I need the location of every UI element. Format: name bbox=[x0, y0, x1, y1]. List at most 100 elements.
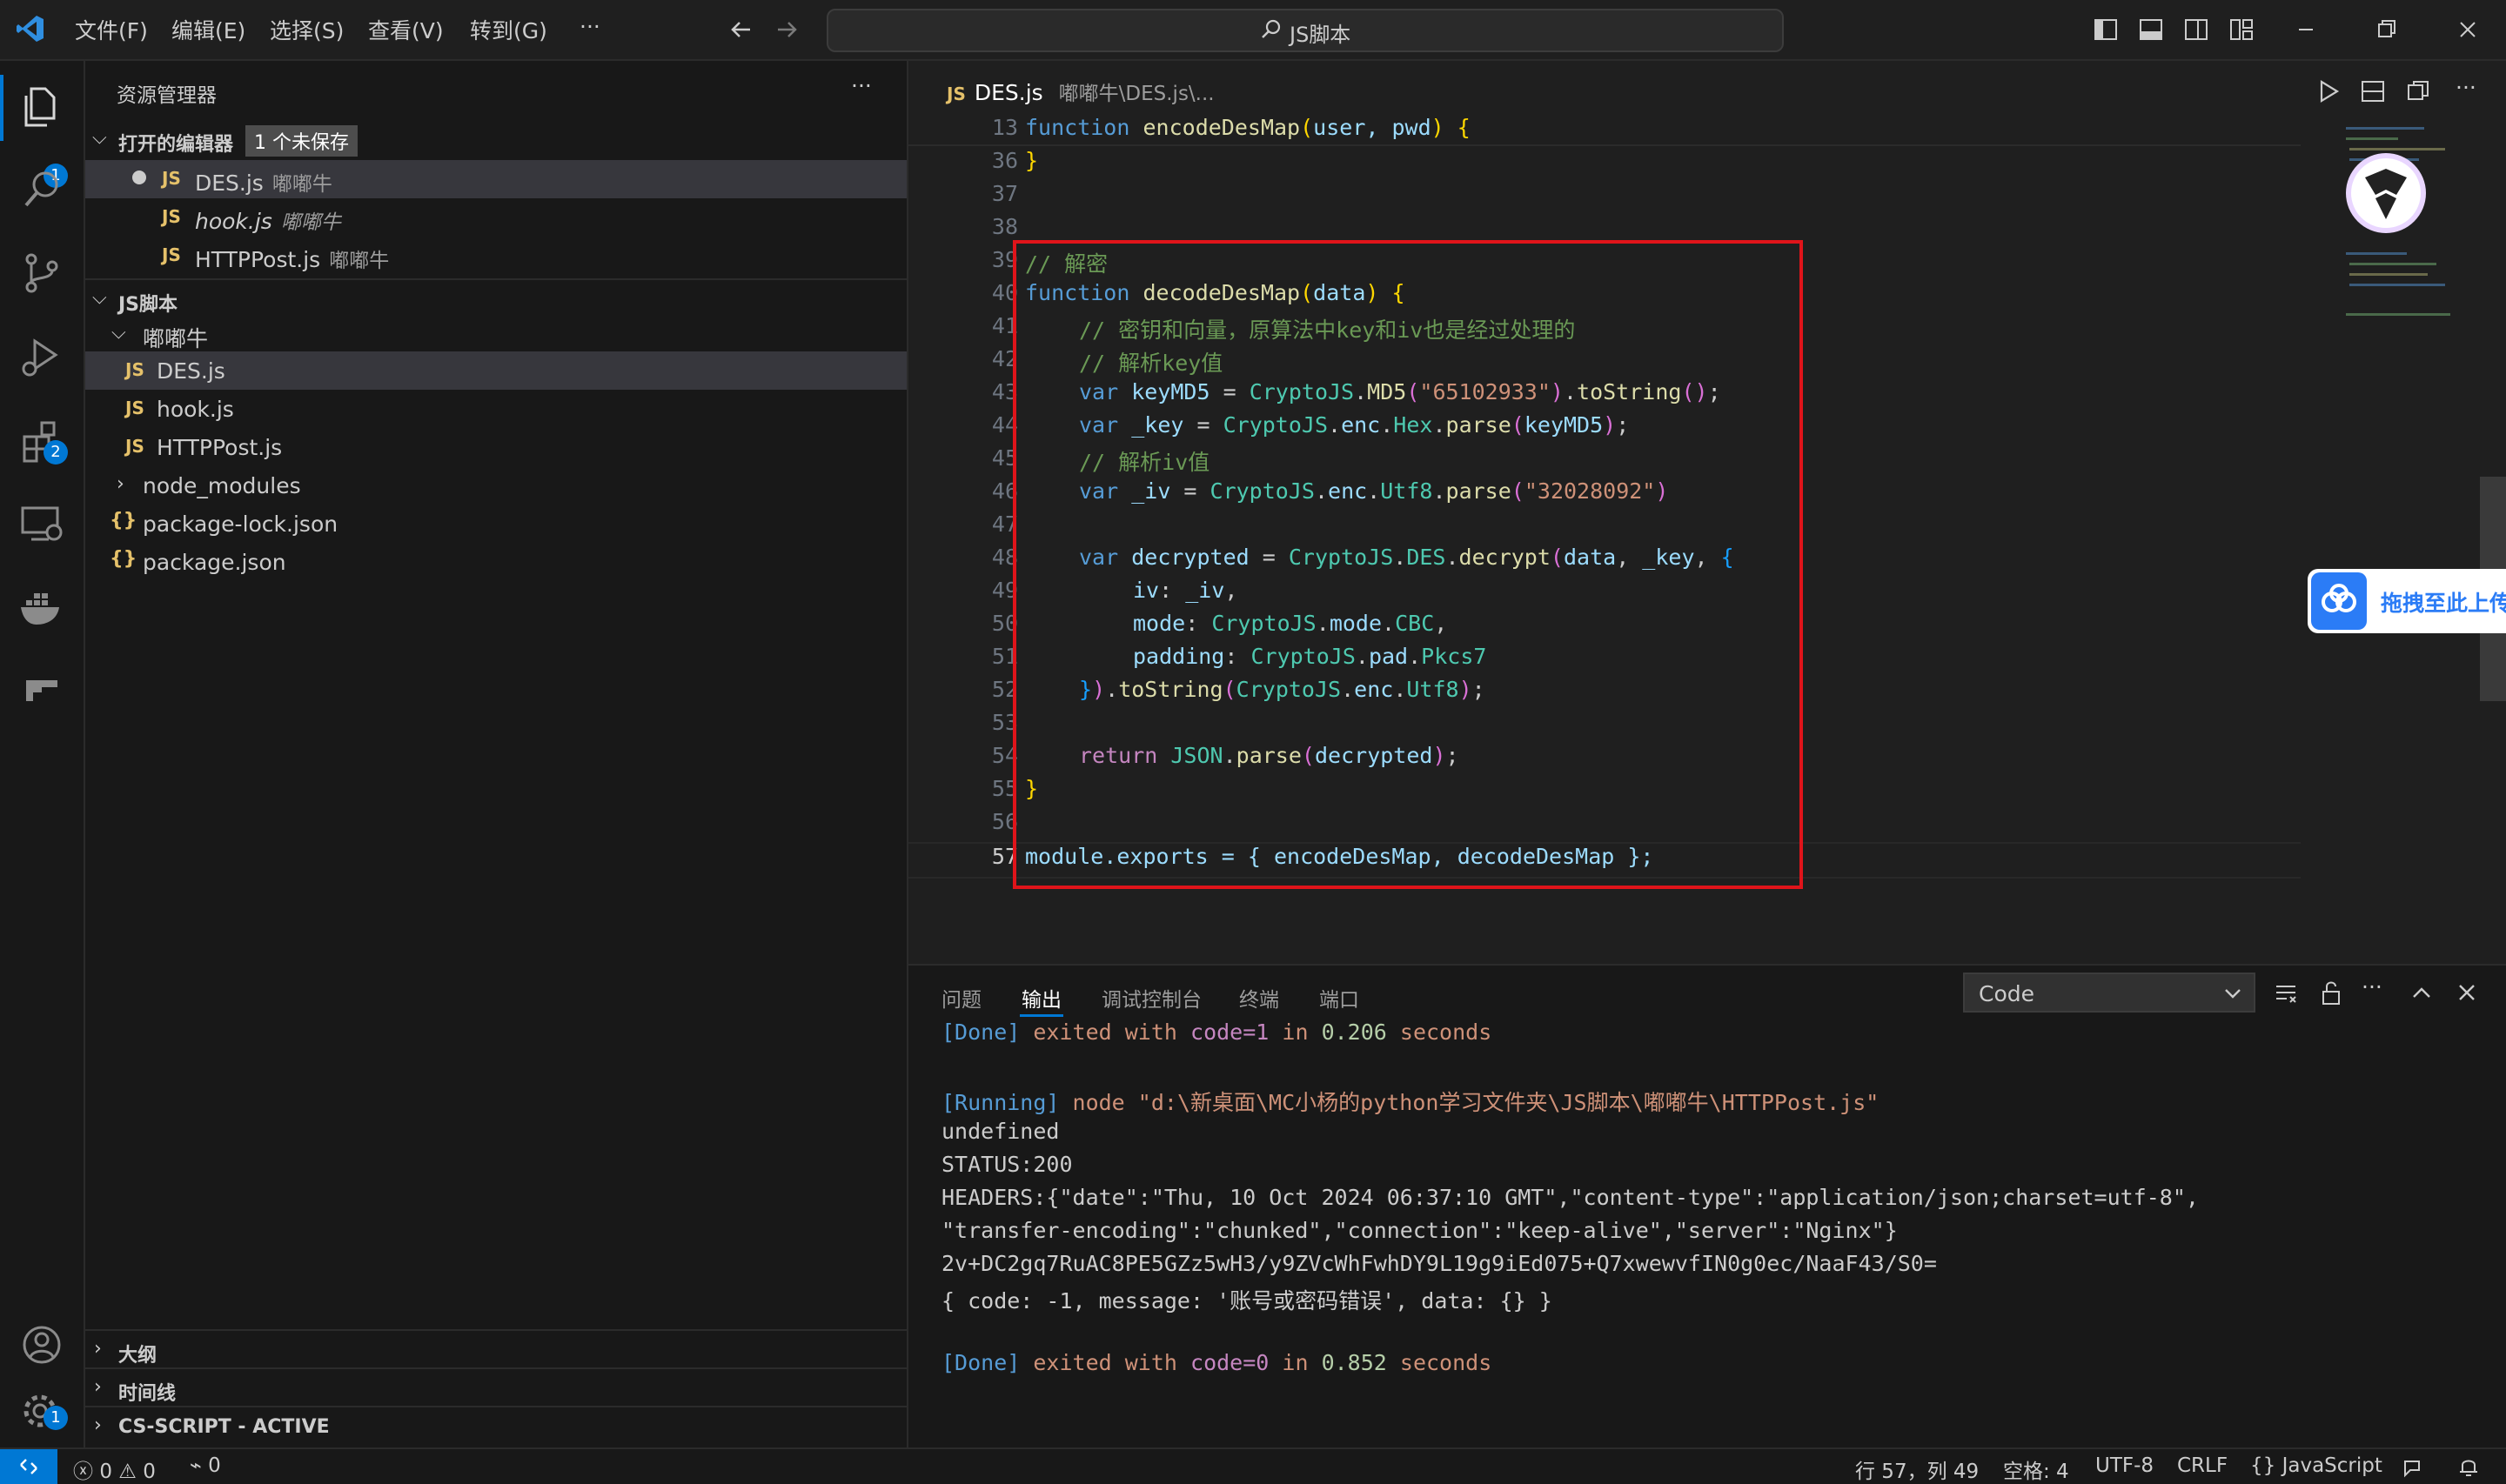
output-line: [Done] exited with code=1 in 0.206 secon… bbox=[941, 1019, 1492, 1045]
editor-more-button[interactable]: ··· bbox=[2456, 75, 2476, 100]
docker-icon[interactable] bbox=[16, 581, 68, 633]
run-code-icon[interactable] bbox=[2313, 77, 2342, 106]
open-changes-icon[interactable] bbox=[2403, 77, 2433, 106]
remote-tunnel-icon[interactable] bbox=[16, 665, 68, 717]
tab-terminal[interactable]: 终端 bbox=[1239, 983, 1279, 1013]
restore-icon[interactable] bbox=[2369, 12, 2403, 47]
split-editor-icon[interactable] bbox=[2358, 77, 2388, 106]
tree-item-hook[interactable]: JS hook.js bbox=[85, 390, 907, 428]
run-debug-icon[interactable] bbox=[16, 331, 68, 383]
unsaved-badge: 1 个未保存 bbox=[245, 125, 358, 157]
cursor-position[interactable]: 行 57，列 49 bbox=[1855, 1454, 1979, 1484]
line-number: 43 bbox=[991, 379, 1018, 404]
line-number: 49 bbox=[991, 578, 1018, 603]
outline-section[interactable]: › 大纲 bbox=[85, 1329, 907, 1369]
command-center-search[interactable]: JS脚本 bbox=[827, 9, 1784, 52]
tab-output[interactable]: 输出 bbox=[1022, 983, 1062, 1013]
feedback-icon[interactable] bbox=[2402, 1454, 2428, 1479]
open-editor-item-des[interactable]: JS DES.js 嘟嘟牛 bbox=[85, 160, 907, 198]
line-number: 37 bbox=[991, 181, 1018, 206]
encoding-status[interactable]: UTF-8 bbox=[2095, 1454, 2154, 1477]
close-window-icon[interactable] bbox=[2450, 12, 2485, 47]
assistant-avatar-icon[interactable] bbox=[2342, 150, 2429, 237]
line-number: 13 bbox=[991, 115, 1018, 140]
error-count: 0 bbox=[99, 1461, 112, 1483]
open-editor-item-httppost[interactable]: JS HTTPPost.js 嘟嘟牛 bbox=[85, 237, 907, 275]
code-token: encodeDesMap bbox=[1142, 115, 1301, 140]
active-tab-underline bbox=[1020, 1014, 1063, 1017]
timeline-section[interactable]: › 时间线 bbox=[85, 1367, 907, 1407]
file-name: hook.js bbox=[157, 397, 234, 422]
language-status[interactable]: {} JavaScript bbox=[2250, 1454, 2382, 1477]
clear-output-icon[interactable] bbox=[2271, 978, 2301, 1007]
toggle-panel-icon[interactable] bbox=[2134, 12, 2168, 47]
open-editor-item-hook[interactable]: JS hook.js 嘟嘟牛 bbox=[85, 198, 907, 237]
menu-more[interactable]: ··· bbox=[580, 14, 600, 39]
menu-file[interactable]: 文件(F) bbox=[75, 14, 148, 45]
folder-dudu[interactable]: ⌵ 嘟嘟牛 bbox=[85, 315, 907, 353]
tab-label: DES.js bbox=[974, 80, 1043, 105]
customize-layout-icon[interactable] bbox=[2224, 12, 2259, 47]
indentation-status[interactable]: 空格: 4 bbox=[2003, 1454, 2069, 1484]
highlight-annotation-box bbox=[1013, 240, 1803, 889]
output-line: undefined bbox=[941, 1119, 1060, 1144]
explorer-icon[interactable] bbox=[16, 80, 68, 132]
output-line: "transfer-encoding":"chunked","connectio… bbox=[941, 1218, 1898, 1243]
search-view-icon[interactable] bbox=[16, 164, 68, 216]
file-name: DES.js bbox=[157, 358, 225, 384]
remote-indicator[interactable] bbox=[0, 1449, 57, 1484]
ports-count: 0 bbox=[208, 1454, 221, 1477]
file-name: DES.js bbox=[195, 170, 264, 196]
output-channel-select[interactable]: Code bbox=[1963, 973, 2255, 1013]
json-file-icon: {} bbox=[110, 510, 137, 531]
file-desc: 嘟嘟牛 bbox=[329, 250, 390, 272]
upload-drop-button[interactable]: 拖拽至此上传 bbox=[2308, 569, 2506, 633]
line-number: 38 bbox=[991, 214, 1018, 239]
tab-problems[interactable]: 问题 bbox=[941, 983, 982, 1013]
close-panel-icon[interactable] bbox=[2452, 978, 2482, 1007]
source-control-icon[interactable] bbox=[16, 247, 68, 299]
maximize-panel-icon[interactable] bbox=[2407, 978, 2436, 1007]
minimize-icon[interactable] bbox=[2288, 12, 2323, 47]
tree-item-node-modules[interactable]: › node_modules bbox=[85, 466, 907, 505]
sticky-scroll-divider bbox=[908, 144, 2301, 146]
eol-status[interactable]: CRLF bbox=[2177, 1454, 2228, 1477]
menu-go[interactable]: 转到(G) bbox=[470, 14, 547, 45]
menu-edit[interactable]: 编辑(E) bbox=[171, 14, 245, 45]
tree-item-package-lock[interactable]: {} package-lock.json bbox=[85, 505, 907, 543]
toggle-secondary-sidebar-icon[interactable] bbox=[2179, 12, 2214, 47]
errors-status[interactable]: ⓧ 0 ⚠ 0 bbox=[73, 1454, 156, 1484]
folder-label: 嘟嘟牛 bbox=[143, 326, 209, 351]
lock-scroll-icon[interactable] bbox=[2316, 978, 2346, 1007]
account-icon[interactable] bbox=[16, 1319, 68, 1371]
tree-item-des[interactable]: JS DES.js bbox=[85, 351, 907, 390]
ports-status[interactable]: ⌁ 0 bbox=[190, 1454, 221, 1477]
tab-ports[interactable]: 端口 bbox=[1319, 983, 1359, 1013]
js-file-icon: JS bbox=[162, 206, 181, 227]
toggle-sidebar-icon[interactable] bbox=[2088, 12, 2123, 47]
panel-more-button[interactable]: ··· bbox=[2362, 974, 2382, 999]
unsaved-dot-icon[interactable] bbox=[132, 170, 146, 184]
search-label: JS脚本 bbox=[1290, 23, 1351, 47]
notifications-bell-icon[interactable] bbox=[2456, 1454, 2482, 1479]
activity-bar: 1 2 1 bbox=[0, 61, 85, 1447]
line-number: 57 bbox=[991, 844, 1018, 869]
tree-item-package[interactable]: {} package.json bbox=[85, 543, 907, 581]
line-number: 39 bbox=[991, 247, 1018, 272]
cs-script-section[interactable]: › CS-SCRIPT - ACTIVE bbox=[85, 1406, 907, 1446]
sidebar-more-button[interactable]: ··· bbox=[851, 73, 872, 98]
open-editors-header[interactable]: ⌵ 打开的编辑器 1 个未保存 bbox=[85, 120, 907, 158]
tree-item-httppost[interactable]: JS HTTPPost.js bbox=[85, 428, 907, 466]
file-name: hook.js bbox=[195, 209, 272, 234]
forward-arrow-icon[interactable] bbox=[773, 16, 801, 43]
workspace-header[interactable]: ⌵ JS脚本 bbox=[85, 278, 907, 318]
tab-debug-console[interactable]: 调试控制台 bbox=[1102, 983, 1202, 1013]
upload-label: 拖拽至此上传 bbox=[2381, 591, 2506, 616]
tab-des-js[interactable]: JS DES.js 嘟嘟牛\DES.js\... bbox=[947, 77, 1215, 106]
back-arrow-icon[interactable] bbox=[727, 16, 755, 43]
menu-selection[interactable]: 选择(S) bbox=[270, 14, 344, 45]
remote-explorer-icon[interactable] bbox=[16, 498, 68, 550]
active-indicator bbox=[0, 75, 3, 141]
line-number: 45 bbox=[991, 445, 1018, 471]
menu-view[interactable]: 查看(V) bbox=[368, 14, 444, 45]
